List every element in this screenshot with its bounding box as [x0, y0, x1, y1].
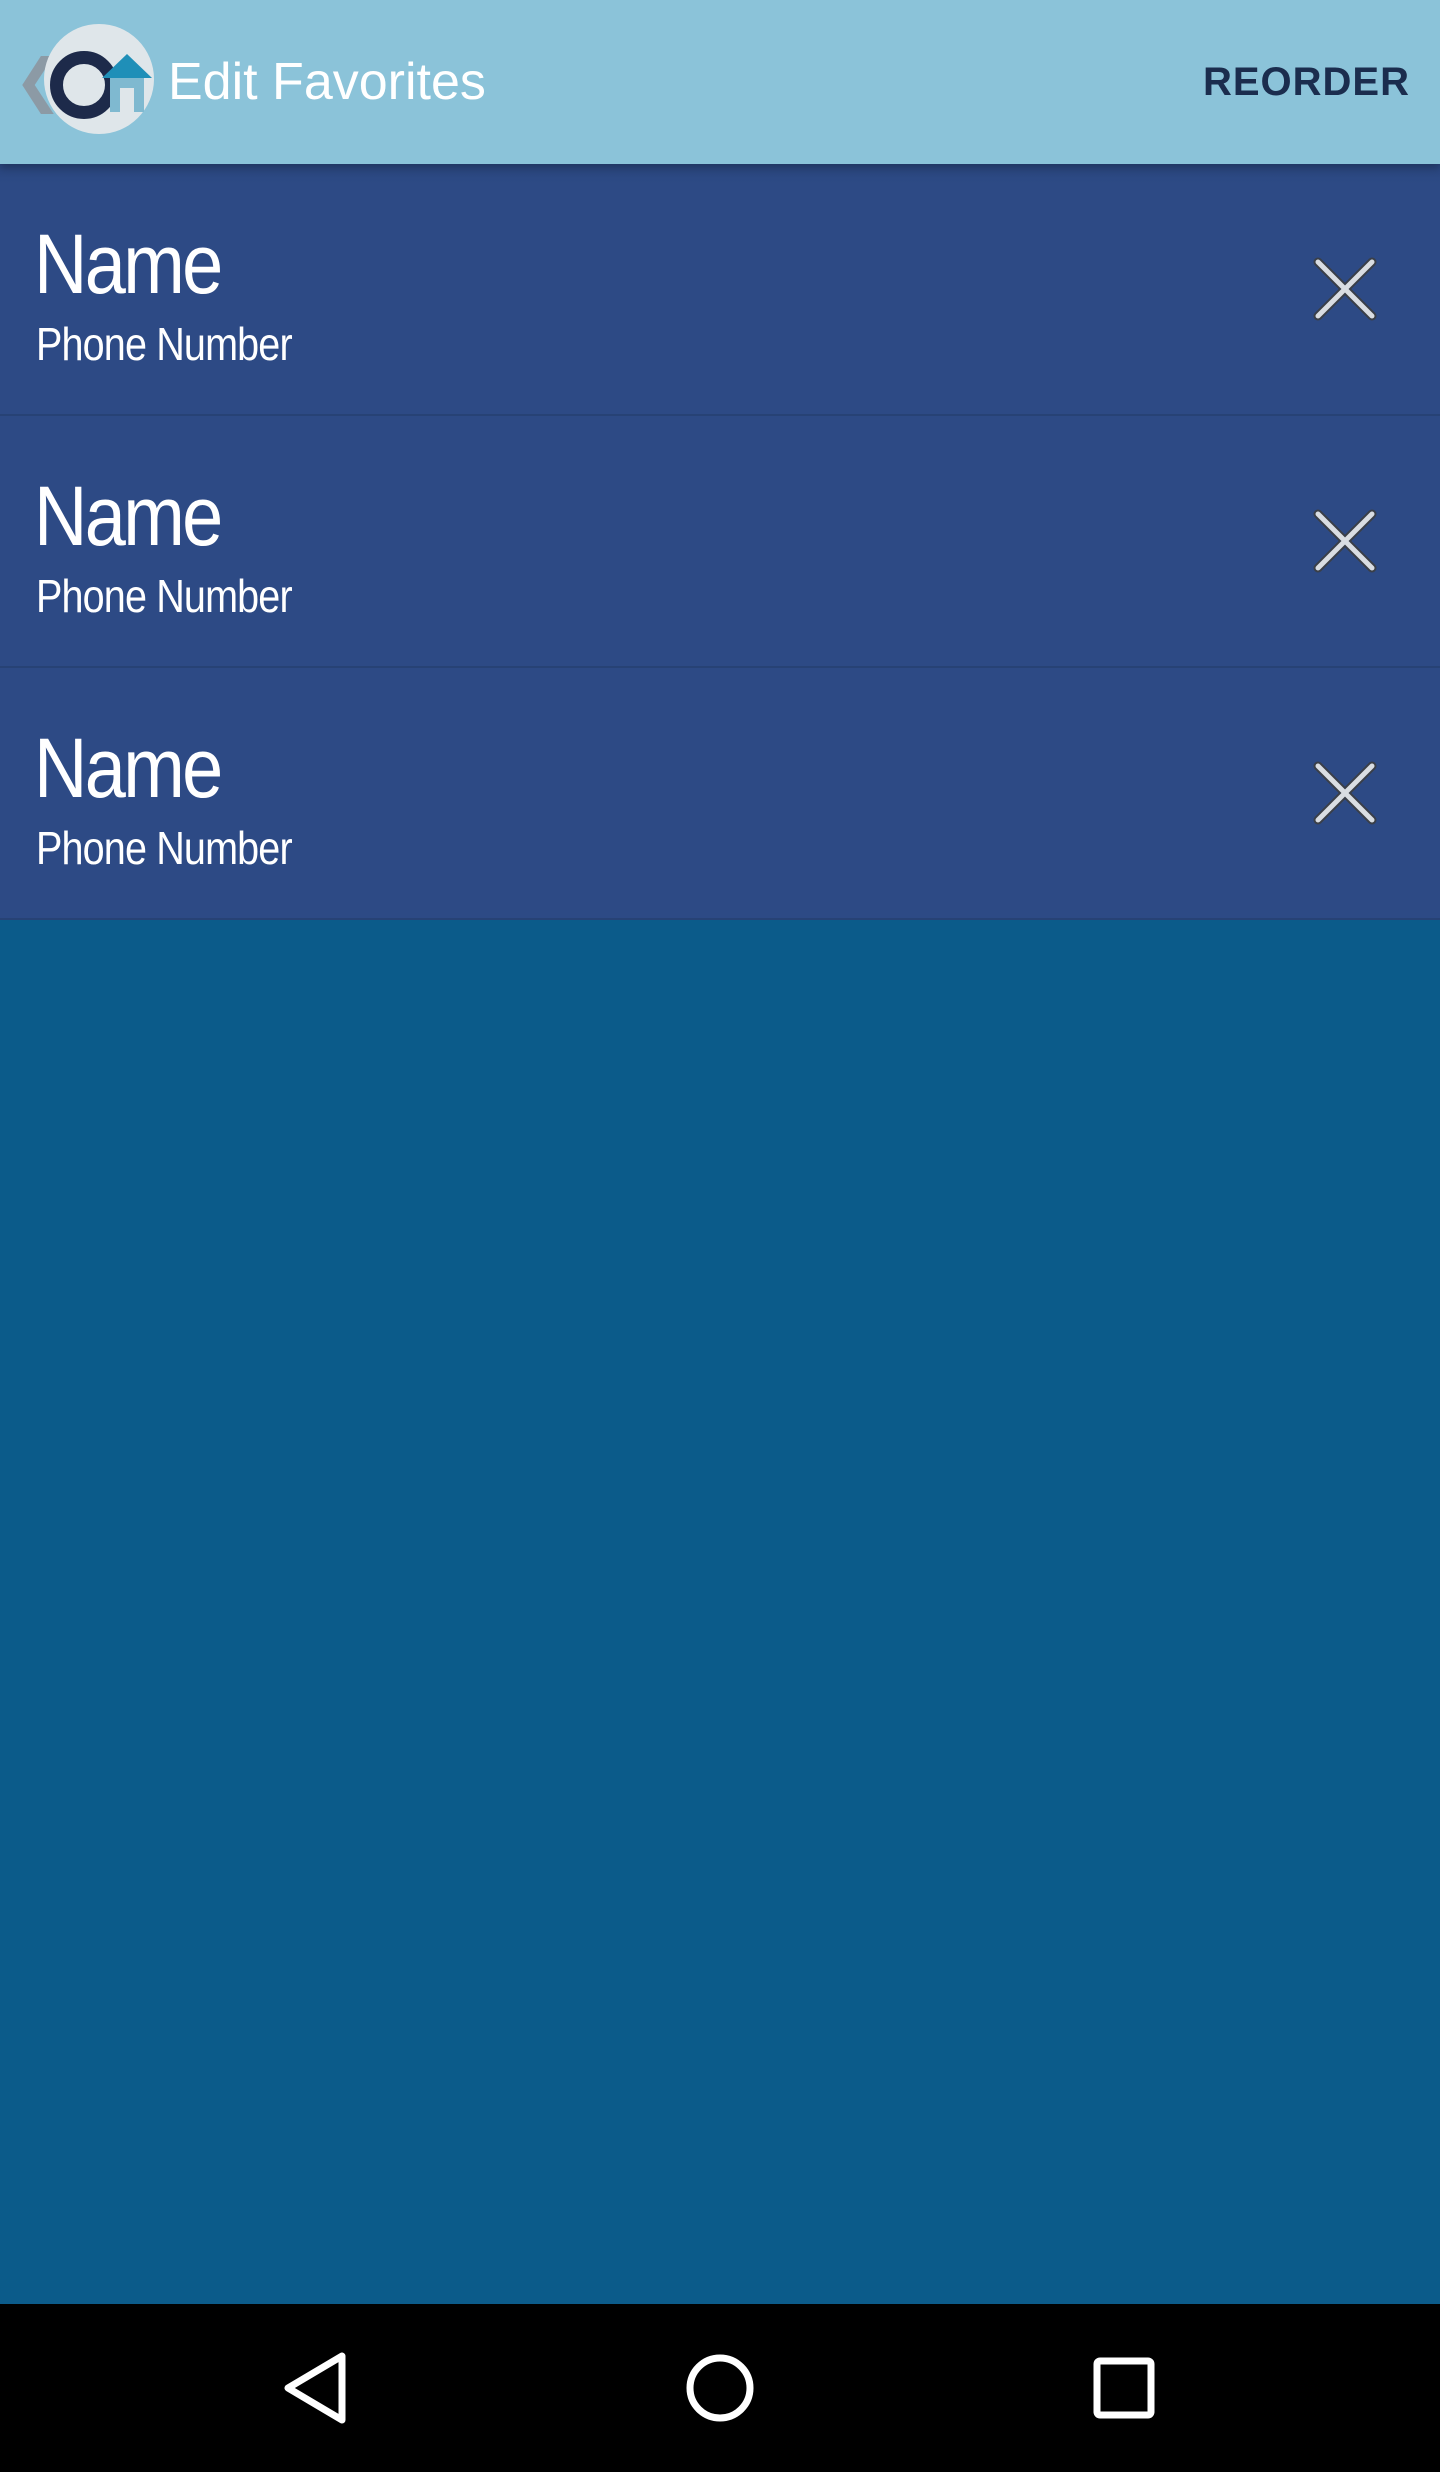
favorite-row[interactable]: Name Phone Number: [0, 668, 1440, 920]
favorites-list: Name Phone Number Name Phone Number Name…: [0, 164, 1440, 920]
logo-house-roof: [102, 54, 152, 78]
close-icon[interactable]: [1300, 244, 1390, 334]
logo-house-door: [120, 88, 134, 112]
favorite-name: Name: [34, 217, 223, 311]
nav-back-icon[interactable]: [266, 2338, 366, 2438]
app-bar: ❮ Edit Favorites REORDER: [0, 0, 1440, 164]
close-icon[interactable]: [1300, 496, 1390, 586]
favorite-row[interactable]: Name Phone Number: [0, 164, 1440, 416]
reorder-button[interactable]: REORDER: [1203, 50, 1410, 114]
favorite-name: Name: [34, 469, 223, 563]
app-logo[interactable]: [44, 24, 154, 134]
system-navigation-bar: [0, 2304, 1440, 2472]
favorite-row[interactable]: Name Phone Number: [0, 416, 1440, 668]
close-icon[interactable]: [1300, 748, 1390, 838]
chevron-left-icon[interactable]: ❮: [14, 46, 63, 114]
favorite-phone: Phone Number: [36, 318, 293, 370]
favorite-name: Name: [34, 721, 223, 815]
nav-home-icon[interactable]: [670, 2338, 770, 2438]
favorite-phone: Phone Number: [36, 822, 293, 874]
favorite-phone: Phone Number: [36, 570, 293, 622]
nav-recents-icon[interactable]: [1074, 2338, 1174, 2438]
page-title: Edit Favorites: [168, 53, 486, 111]
